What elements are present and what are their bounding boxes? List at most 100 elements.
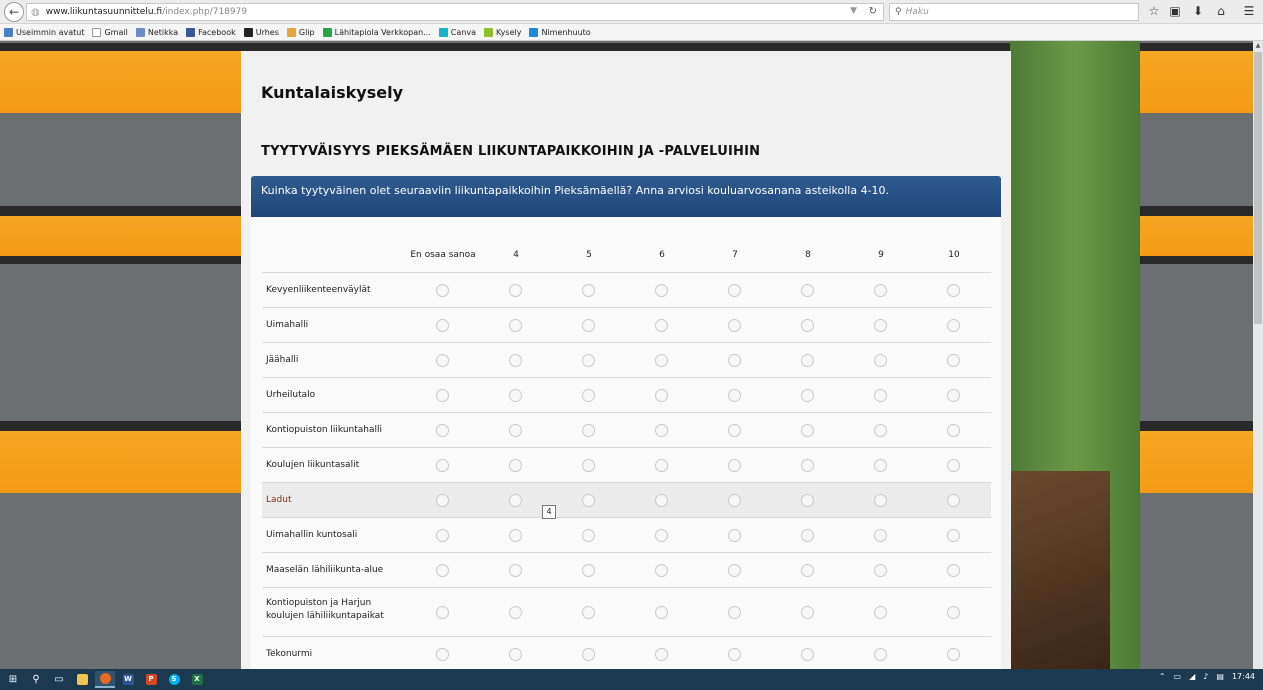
taskbar-app-explorer[interactable] — [72, 671, 92, 688]
radio-option[interactable] — [582, 493, 595, 507]
radio-option[interactable] — [436, 493, 449, 507]
radio-option[interactable] — [728, 388, 741, 402]
bookmark-item[interactable]: Urhes — [243, 27, 279, 37]
url-bar[interactable]: ◍ www.liikuntasuunnittelu.fi/index.php/7… — [26, 3, 884, 21]
radio-option[interactable] — [801, 388, 814, 402]
search-input[interactable]: ⚲ Haku — [889, 3, 1139, 21]
network-icon[interactable]: ◢ — [1189, 672, 1195, 681]
radio-option[interactable] — [509, 283, 522, 297]
radio-option[interactable] — [509, 423, 522, 437]
radio-option[interactable] — [582, 605, 595, 619]
radio-option[interactable] — [801, 458, 814, 472]
radio-option[interactable] — [509, 647, 522, 661]
radio-option[interactable] — [655, 528, 668, 542]
radio-option[interactable] — [801, 647, 814, 661]
radio-option[interactable] — [801, 563, 814, 577]
scroll-thumb[interactable] — [1254, 52, 1262, 324]
radio-option[interactable] — [509, 353, 522, 367]
bookmark-item[interactable]: Glip — [286, 27, 315, 37]
radio-option[interactable] — [655, 563, 668, 577]
volume-icon[interactable]: ♪ — [1203, 672, 1208, 681]
chevron-up-icon[interactable]: ⌃ — [1159, 672, 1166, 681]
radio-option[interactable] — [728, 647, 741, 661]
library-icon[interactable]: ▣ — [1167, 4, 1183, 18]
radio-option[interactable] — [436, 283, 449, 297]
bookmark-star-icon[interactable]: ☆ — [1146, 4, 1162, 18]
radio-option[interactable] — [874, 563, 887, 577]
radio-option[interactable] — [436, 528, 449, 542]
radio-option[interactable] — [728, 493, 741, 507]
taskbar-app-firefox[interactable] — [95, 671, 115, 688]
bookmark-item[interactable]: Canva — [438, 27, 476, 37]
radio-option[interactable] — [436, 318, 449, 332]
radio-option[interactable] — [728, 353, 741, 367]
radio-option[interactable] — [728, 563, 741, 577]
radio-option[interactable] — [947, 353, 960, 367]
battery-icon[interactable]: ▭ — [1174, 672, 1182, 681]
task-view-button[interactable]: ▭ — [49, 671, 69, 688]
bookmark-item[interactable]: Gmail — [92, 27, 128, 37]
bookmark-item[interactable]: Facebook — [186, 27, 236, 37]
radio-option[interactable] — [655, 493, 668, 507]
bookmark-item[interactable]: Useimmin avatut — [4, 27, 84, 37]
radio-option[interactable] — [874, 458, 887, 472]
radio-option[interactable] — [655, 353, 668, 367]
radio-option[interactable] — [728, 283, 741, 297]
bookmark-item[interactable]: Nimenhuuto — [529, 27, 591, 37]
radio-option[interactable] — [509, 563, 522, 577]
radio-option[interactable] — [947, 283, 960, 297]
scroll-up-icon[interactable]: ▲ — [1254, 42, 1262, 50]
reload-icon[interactable]: ↻ — [869, 6, 877, 17]
back-button[interactable]: ← — [4, 1, 24, 22]
radio-option[interactable] — [874, 528, 887, 542]
taskbar-app-excel[interactable]: X — [187, 671, 207, 688]
radio-option[interactable] — [509, 458, 522, 472]
radio-option[interactable] — [655, 318, 668, 332]
radio-option[interactable] — [655, 388, 668, 402]
radio-option[interactable] — [509, 528, 522, 542]
radio-option[interactable] — [509, 605, 522, 619]
radio-option[interactable] — [436, 423, 449, 437]
radio-option[interactable] — [874, 423, 887, 437]
chevron-down-icon[interactable]: ▼ — [850, 6, 857, 16]
radio-option[interactable] — [436, 647, 449, 661]
radio-option[interactable] — [947, 458, 960, 472]
notification-icon[interactable]: ▤ — [1216, 672, 1224, 681]
clock[interactable]: 17:44 — [1232, 672, 1255, 681]
radio-option[interactable] — [801, 493, 814, 507]
taskbar-app-powerpoint[interactable]: P — [141, 671, 161, 688]
radio-option[interactable] — [582, 353, 595, 367]
radio-option[interactable] — [582, 283, 595, 297]
radio-option[interactable] — [801, 605, 814, 619]
radio-option[interactable] — [874, 283, 887, 297]
radio-option[interactable] — [655, 423, 668, 437]
taskbar-app-word[interactable]: W — [118, 671, 138, 688]
search-taskbar-button[interactable]: ⚲ — [26, 671, 46, 688]
radio-option[interactable] — [582, 563, 595, 577]
radio-option[interactable] — [947, 493, 960, 507]
radio-option[interactable] — [436, 353, 449, 367]
radio-option[interactable] — [947, 423, 960, 437]
radio-option[interactable] — [582, 528, 595, 542]
radio-option[interactable] — [582, 318, 595, 332]
radio-option[interactable] — [874, 318, 887, 332]
radio-option[interactable] — [874, 353, 887, 367]
start-button[interactable]: ⊞ — [3, 671, 23, 688]
download-icon[interactable]: ⬇ — [1190, 4, 1206, 18]
radio-option[interactable] — [436, 563, 449, 577]
radio-option[interactable] — [436, 388, 449, 402]
radio-option[interactable] — [728, 318, 741, 332]
radio-option[interactable] — [947, 647, 960, 661]
radio-option[interactable] — [728, 423, 741, 437]
radio-option[interactable] — [728, 605, 741, 619]
radio-option[interactable] — [728, 528, 741, 542]
bookmark-item[interactable]: Lähitapiola Verkkopan... — [322, 27, 431, 37]
radio-option[interactable] — [947, 318, 960, 332]
radio-option[interactable] — [436, 458, 449, 472]
radio-option[interactable] — [582, 647, 595, 661]
radio-option[interactable] — [801, 353, 814, 367]
radio-option[interactable] — [801, 528, 814, 542]
menu-icon[interactable]: ☰ — [1241, 4, 1257, 18]
radio-option[interactable] — [874, 647, 887, 661]
radio-option[interactable] — [655, 283, 668, 297]
